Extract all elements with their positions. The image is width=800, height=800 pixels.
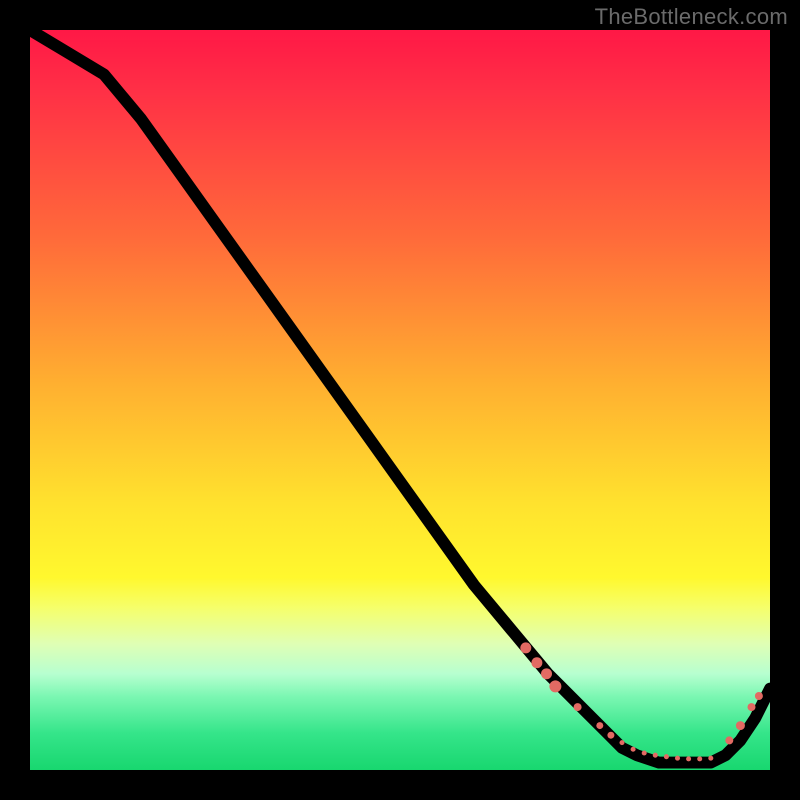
curve-marker [631,747,636,752]
curve-marker [596,722,603,729]
curve-marker [574,703,582,711]
curve-marker [607,732,614,739]
curve-marker [541,668,552,679]
curve-marker [653,753,658,758]
curve-marker [708,756,713,761]
curve-marker [697,756,702,761]
chart-frame: TheBottleneck.com [0,0,800,800]
curve-marker [619,740,624,745]
curve-layer [30,30,770,770]
bottleneck-curve [30,30,770,763]
curve-marker [748,703,756,711]
curve-marker [642,750,647,755]
curve-marker [725,736,733,744]
curve-marker [675,756,680,761]
watermark-text: TheBottleneck.com [595,4,788,30]
curve-marker [549,680,561,692]
curve-marker [531,657,542,668]
curve-marker [520,642,531,653]
curve-marker [686,756,691,761]
curve-marker [736,721,745,730]
curve-markers [520,642,763,761]
curve-marker [664,754,669,759]
curve-marker [755,692,763,700]
plot-area [30,30,770,770]
